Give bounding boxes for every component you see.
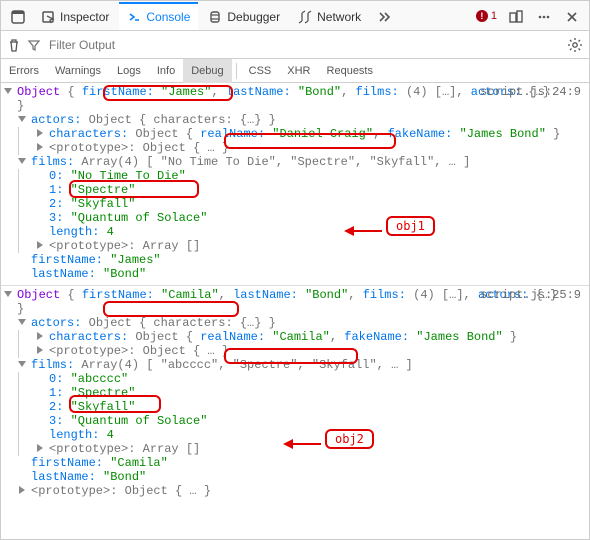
cat-css[interactable]: CSS [241,59,280,83]
films-proto-1[interactable]: <prototype>: Array [] [49,239,589,253]
prop-firstname-1[interactable]: firstName: "James" [31,253,589,267]
prop-films-2[interactable]: films: Array(4) [ "abcccc", "Spectre", "… [31,358,589,372]
prop-proto-2[interactable]: <prototype>: Object { … } [31,484,589,498]
expand-toggle[interactable] [15,358,31,372]
tab-console-label: Console [146,10,190,24]
log-entry-2: script.js:25:9 Object { firstName: "Cami… [1,285,589,502]
expand-toggle[interactable] [15,484,31,498]
tab-network-label: Network [317,10,361,24]
log-category-bar: Errors Warnings Logs Info Debug CSS XHR … [1,59,589,83]
expand-toggle[interactable] [33,239,49,253]
close-icon [565,10,579,24]
expand-toggle[interactable] [1,288,17,316]
prop-lastname-1[interactable]: lastName: "Bond" [31,267,589,281]
film-3-2[interactable]: 3: "Quantum of Solace" [49,414,589,428]
prop-characters-2[interactable]: characters: Object { realName: "Camila",… [49,330,589,344]
film-2-2[interactable]: 2: "Skyfall" [49,400,589,414]
error-icon: ! [476,10,488,22]
console-output[interactable]: script.js:24:9 Object { firstName: "Jame… [1,83,589,539]
film-1-1[interactable]: 1: "Spectre" [49,183,589,197]
filter-input[interactable] [47,37,561,53]
gear-icon [567,37,583,53]
cat-requests[interactable]: Requests [319,59,381,83]
cat-debug[interactable]: Debug [183,59,231,83]
filter-icon-button[interactable] [27,38,41,52]
funnel-icon [27,38,41,52]
close-button[interactable] [559,2,585,30]
expand-toggle[interactable] [1,85,17,113]
expand-toggle[interactable] [33,141,49,155]
settings-button[interactable] [567,37,583,53]
tab-debugger-label: Debugger [227,10,280,24]
film-1-2[interactable]: 1: "Spectre" [49,386,589,400]
cat-xhr[interactable]: XHR [279,59,318,83]
log-entry-1: script.js:24:9 Object { firstName: "Jame… [1,83,589,285]
source-location-2[interactable]: script.js:25:9 [480,288,581,302]
cat-divider [236,63,237,79]
cat-errors[interactable]: Errors [1,59,47,83]
tab-debugger[interactable]: Debugger [200,2,288,30]
dock-icon [509,10,523,24]
cat-logs[interactable]: Logs [109,59,149,83]
prop-proto-actors-2[interactable]: <prototype>: Object { … } [49,344,589,358]
expand-toggle[interactable] [15,316,31,330]
network-icon [298,10,312,24]
error-count: 1 [491,10,497,22]
panel-picker-button[interactable] [5,2,31,30]
debugger-icon [208,10,222,24]
inspector-icon [41,10,55,24]
console-filter-bar [1,31,589,59]
tab-network[interactable]: Network [290,2,369,30]
more-button[interactable] [531,2,557,30]
console-icon [127,10,141,24]
expand-toggle[interactable] [15,113,31,127]
expand-toggle[interactable] [33,330,49,344]
trash-icon [7,38,21,52]
dock-button[interactable] [503,2,529,30]
prop-proto-actors-1[interactable]: <prototype>: Object { … } [49,141,589,155]
cat-warnings[interactable]: Warnings [47,59,109,83]
expand-toggle[interactable] [15,155,31,169]
expand-toggle[interactable] [33,344,49,358]
film-2-1[interactable]: 2: "Skyfall" [49,197,589,211]
prop-firstname-2[interactable]: firstName: "Camila" [31,456,589,470]
films-proto-2[interactable]: <prototype>: Array [] [49,442,589,456]
chevron-double-right-icon [377,10,391,24]
cat-info[interactable]: Info [149,59,183,83]
overflow-tabs-button[interactable] [371,2,397,30]
clear-console-button[interactable] [7,38,21,52]
expand-toggle[interactable] [33,127,49,141]
tab-inspector-label: Inspector [60,10,109,24]
panel-picker-icon [11,10,25,24]
expand-toggle[interactable] [33,442,49,456]
prop-actors-1[interactable]: actors: Object { characters: {…} } [31,113,589,127]
films-length-1[interactable]: length: 4 [49,225,589,239]
source-location-1[interactable]: script.js:24:9 [480,85,581,99]
ellipsis-icon [537,10,551,24]
films-length-2[interactable]: length: 4 [49,428,589,442]
film-0-1[interactable]: 0: "No Time To Die" [49,169,589,183]
error-counter[interactable]: ! 1 [476,10,501,22]
tab-inspector[interactable]: Inspector [33,2,117,30]
film-3-1[interactable]: 3: "Quantum of Solace" [49,211,589,225]
tab-console[interactable]: Console [119,2,198,30]
prop-actors-2[interactable]: actors: Object { characters: {…} } [31,316,589,330]
prop-films-1[interactable]: films: Array(4) [ "No Time To Die", "Spe… [31,155,589,169]
prop-lastname-2[interactable]: lastName: "Bond" [31,470,589,484]
prop-characters-1[interactable]: characters: Object { realName: "Daniel C… [49,127,589,141]
film-0-2[interactable]: 0: "abcccc" [49,372,589,386]
devtools-tabs: Inspector Console Debugger Network ! 1 [1,1,589,31]
